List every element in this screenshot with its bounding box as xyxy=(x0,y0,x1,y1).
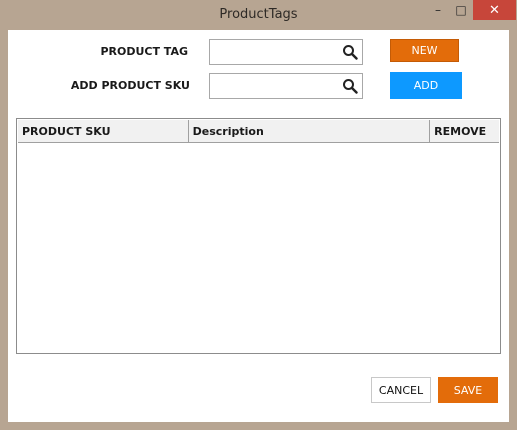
close-button[interactable]: ✕ xyxy=(473,0,516,20)
product-sku-table[interactable]: PRODUCT SKU Description REMOVE xyxy=(16,118,501,354)
add-product-sku-label: ADD PRODUCT SKU xyxy=(70,79,190,92)
minimize-button[interactable]: – xyxy=(429,0,447,20)
search-icon[interactable] xyxy=(342,78,358,94)
dialog-content: PRODUCT TAG NEW ADD PRODUCT SKU ADD PROD… xyxy=(8,30,509,422)
new-button[interactable]: NEW xyxy=(390,39,459,62)
column-header-remove[interactable]: REMOVE xyxy=(430,120,499,142)
title-bar[interactable]: ProductTags – □ ✕ xyxy=(0,0,517,30)
add-product-sku-field[interactable] xyxy=(209,73,363,99)
column-header-product-sku[interactable]: PRODUCT SKU xyxy=(18,120,189,142)
save-button[interactable]: SAVE xyxy=(438,377,498,403)
add-button[interactable]: ADD xyxy=(390,72,462,99)
product-tags-window: ProductTags – □ ✕ PRODUCT TAG NEW ADD PR… xyxy=(0,0,517,430)
cancel-button[interactable]: CANCEL xyxy=(371,377,431,403)
table-header: PRODUCT SKU Description REMOVE xyxy=(18,120,499,143)
product-tag-field[interactable] xyxy=(209,39,363,65)
add-product-sku-input[interactable] xyxy=(213,76,341,98)
search-icon[interactable] xyxy=(342,44,358,60)
column-header-description[interactable]: Description xyxy=(189,120,431,142)
product-tag-input[interactable] xyxy=(213,42,341,64)
product-tag-label: PRODUCT TAG xyxy=(100,45,188,58)
maximize-button[interactable]: □ xyxy=(452,0,470,20)
